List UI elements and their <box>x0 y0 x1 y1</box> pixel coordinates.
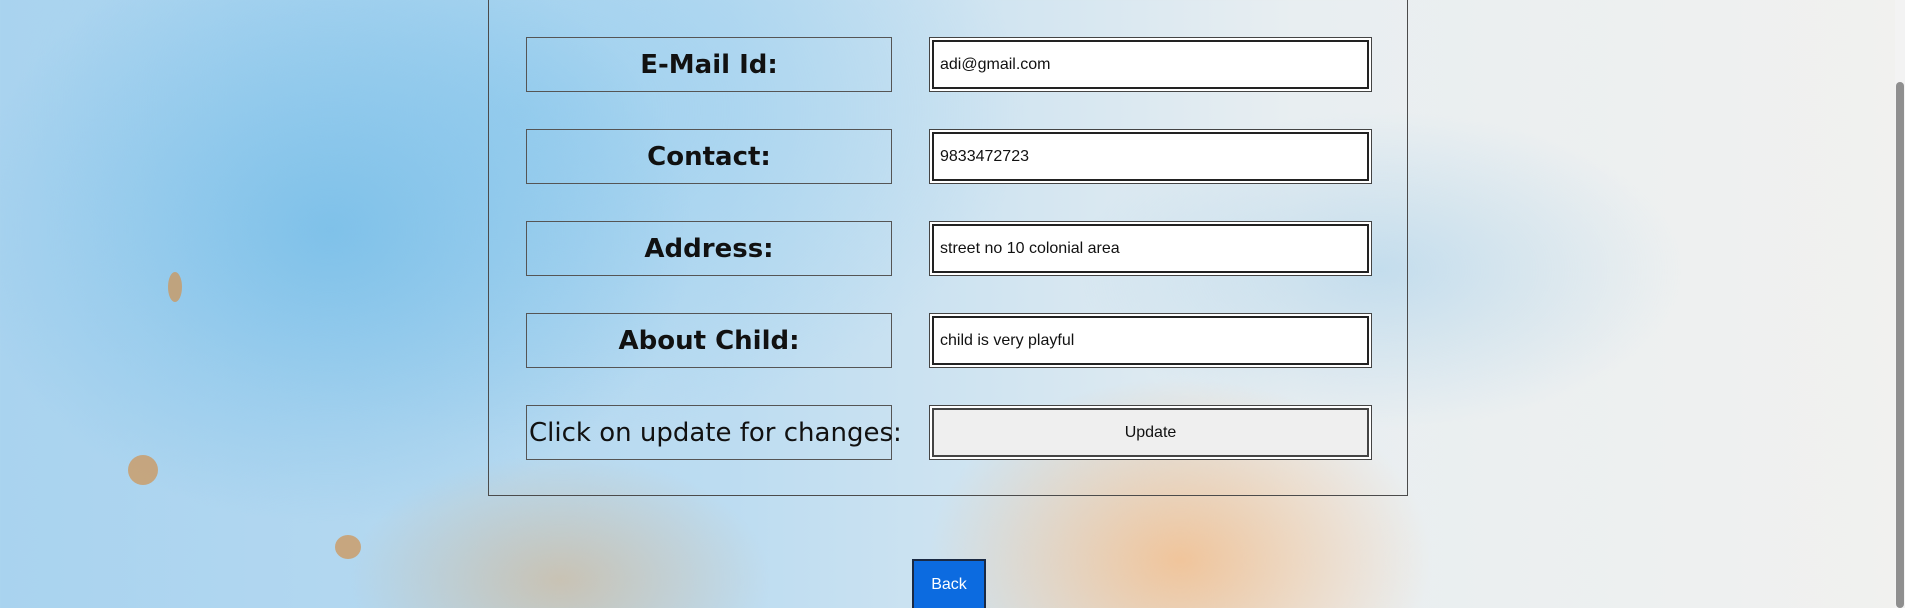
about-child-row: About Child: <box>489 313 1407 369</box>
email-row: E-Mail Id: <box>489 37 1407 93</box>
email-field[interactable] <box>932 40 1369 89</box>
paint-splat <box>128 455 158 485</box>
back-button[interactable]: Back <box>912 559 986 608</box>
address-label: Address: <box>526 221 892 276</box>
address-field-frame <box>929 221 1372 276</box>
page-scrollbar[interactable] <box>1895 0 1905 608</box>
email-field-frame <box>929 37 1372 92</box>
address-row: Address: <box>489 221 1407 277</box>
profile-update-form: E-Mail Id: Contact: Address: About Child… <box>488 0 1408 496</box>
contact-field-frame <box>929 129 1372 184</box>
contact-field[interactable] <box>932 132 1369 181</box>
address-field[interactable] <box>932 224 1369 273</box>
page-scrollbar-thumb[interactable] <box>1896 82 1904 608</box>
update-button[interactable]: Update <box>932 408 1369 457</box>
update-instruction-label: Click on update for changes: <box>526 405 902 460</box>
contact-row: Contact: <box>489 129 1407 185</box>
about-child-field[interactable] <box>932 316 1369 365</box>
update-row: Click on update for changes: Update <box>489 405 1407 461</box>
about-child-label: About Child: <box>526 313 892 368</box>
about-child-field-frame <box>929 313 1372 368</box>
update-button-frame: Update <box>929 405 1372 460</box>
contact-label: Contact: <box>526 129 892 184</box>
paint-splat <box>335 535 361 559</box>
email-label: E-Mail Id: <box>526 37 892 92</box>
paint-splat <box>168 272 182 302</box>
